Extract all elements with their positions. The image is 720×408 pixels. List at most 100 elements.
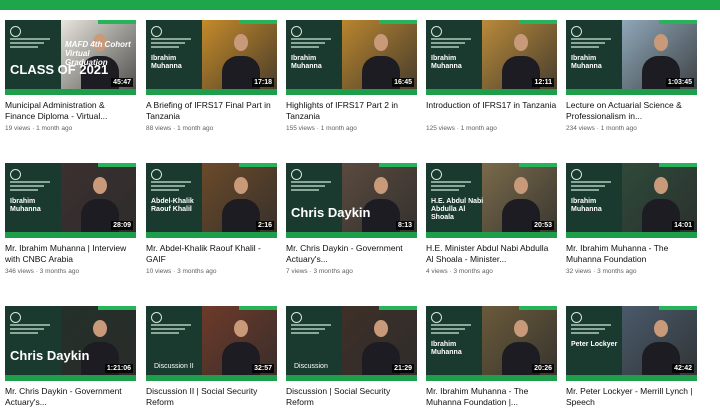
video-metadata: 4 views · 3 months ago <box>426 268 493 275</box>
video-title-link[interactable]: Mr. Ibrahim Muhanna | Interview with CNB… <box>5 243 136 265</box>
thumbnail-caption-line <box>571 332 599 334</box>
video-duration-badge: 45:47 <box>111 78 133 87</box>
video-title-link[interactable]: A Briefing of IFRS17 Final Part in Tanza… <box>146 100 277 122</box>
thumbnail-caption-line <box>571 328 605 330</box>
channel-logo-icon <box>151 312 162 323</box>
video-title-link[interactable]: Mr. Ibrahim Muhanna - The Muhanna Founda… <box>566 243 697 265</box>
thumbnail-accent-stripe <box>239 306 277 310</box>
video-title-link[interactable]: Discussion II | Social Security Reform <box>146 386 277 408</box>
video-metadata: 7 views · 3 months ago <box>286 268 353 275</box>
video-duration-badge: 2:16 <box>255 221 274 230</box>
video-card[interactable]: Peter Lockyer 42:42 Mr. Peter Lockyer - Me… <box>566 306 697 408</box>
thumbnail-caption-line <box>151 38 191 40</box>
thumbnail-caption-line <box>291 181 331 183</box>
video-thumbnail[interactable]: Discussion 21:29 <box>286 306 417 381</box>
thumbnail-caption-line <box>431 324 471 326</box>
video-card[interactable]: Ibrahim Muhanna 12:11 Introduction of IFRS… <box>426 20 557 132</box>
video-title-link[interactable]: H.E. Minister Abdul Nabi Abdulla Al Shoa… <box>426 243 557 265</box>
video-thumbnail[interactable]: Ibrahim Muhanna 16:45 <box>286 20 417 95</box>
video-title-link[interactable]: Mr. Abdel-Khalik Raouf Khalil - GAIF <box>146 243 277 265</box>
video-card[interactable]: H.E. Abdul Nabi Abdulla Al Shoala 20:53 H.… <box>426 163 557 275</box>
video-title-link[interactable]: Municipal Administration & Finance Diplo… <box>5 100 136 122</box>
thumbnail-caption-line <box>571 38 611 40</box>
video-card[interactable]: CLASS OF 2021 MAFD 4th Cohort Virtual Gra… <box>5 20 136 132</box>
video-thumbnail[interactable]: Abdel-Khalik Raouf Khalil 2:16 <box>146 163 277 238</box>
thumbnail-caption-line <box>291 42 325 44</box>
video-card[interactable]: Ibrahim Muhanna 20:26 Mr. Ibrahim Muhanna … <box>426 306 557 408</box>
thumbnail-green-bar <box>426 232 557 238</box>
thumbnail-green-bar <box>566 232 697 238</box>
video-duration-badge: 28:09 <box>111 221 133 230</box>
thumbnail-caption-line <box>151 189 179 191</box>
video-thumbnail[interactable]: Ibrahim Muhanna 1:03:45 <box>566 20 697 95</box>
thumbnail-speaker-name: H.E. Abdul Nabi Abdulla Al Shoala <box>431 198 484 221</box>
thumbnail-overlay-text: MAFD 4th Cohort Virtual Graduation <box>65 40 131 67</box>
video-thumbnail[interactable]: Chris Daykin 8:13 <box>286 163 417 238</box>
thumbnail-speaker-name: Abdel-Khalik Raouf Khalil <box>151 198 194 213</box>
video-thumbnail[interactable]: Ibrahim Muhanna 14:01 <box>566 163 697 238</box>
video-card[interactable]: Chris Daykin 8:13 Mr. Chris Daykin - Gover… <box>286 163 417 275</box>
video-thumbnail[interactable]: CLASS OF 2021 MAFD 4th Cohort Virtual Gra… <box>5 20 136 95</box>
video-thumbnail[interactable]: Ibrahim Muhanna 28:09 <box>5 163 136 238</box>
video-title-link[interactable]: Mr. Ibrahim Muhanna - The Muhanna Founda… <box>426 386 557 408</box>
thumbnail-caption-line <box>431 332 459 334</box>
video-card[interactable]: Ibrahim Muhanna 28:09 Mr. Ibrahim Muhanna … <box>5 163 136 275</box>
thumbnail-green-bar <box>146 89 277 95</box>
video-thumbnail[interactable]: H.E. Abdul Nabi Abdulla Al Shoala 20:53 <box>426 163 557 238</box>
thumbnail-caption-line <box>571 46 599 48</box>
thumbnail-speaker-name: Ibrahim Muhanna <box>571 55 602 70</box>
video-card[interactable]: Abdel-Khalik Raouf Khalil 2:16 Mr. Abdel-K… <box>146 163 277 275</box>
video-title-link[interactable]: Highlights of IFRS17 Part 2 in Tanzania <box>286 100 417 122</box>
video-thumbnail[interactable]: Peter Lockyer 42:42 <box>566 306 697 381</box>
thumbnail-caption-line <box>431 46 459 48</box>
thumbnail-caption-line <box>151 324 191 326</box>
video-thumbnail[interactable]: Ibrahim Muhanna 12:11 <box>426 20 557 95</box>
channel-logo-icon <box>10 26 21 37</box>
thumbnail-caption-line <box>151 328 185 330</box>
thumbnail-green-bar <box>146 375 277 381</box>
video-thumbnail[interactable]: Chris Daykin 1:21:06 <box>5 306 136 381</box>
video-card[interactable]: Ibrahim Muhanna 1:03:45 Lecture on Actuari… <box>566 20 697 132</box>
video-title-link[interactable]: Mr. Peter Lockyer - Merrill Lynch | Spee… <box>566 386 697 408</box>
thumbnail-caption-line <box>571 185 605 187</box>
video-metadata: 155 views · 1 month ago <box>286 125 357 132</box>
video-card[interactable]: Chris Daykin 1:21:06 Mr. Chris Daykin - Go… <box>5 306 136 408</box>
thumbnail-caption-line <box>291 46 319 48</box>
video-card[interactable]: Ibrahim Muhanna 17:18 A Briefing of IFRS17… <box>146 20 277 132</box>
video-duration-badge: 12:11 <box>532 78 554 87</box>
thumbnail-caption-line <box>10 181 50 183</box>
thumbnail-caption-line <box>10 46 38 48</box>
channel-logo-icon <box>151 26 162 37</box>
thumbnail-caption-line <box>431 328 465 330</box>
video-card[interactable]: Ibrahim Muhanna 14:01 Mr. Ibrahim Muhanna … <box>566 163 697 275</box>
video-title-link[interactable]: Mr. Chris Daykin - Government Actuary's.… <box>286 243 417 265</box>
thumbnail-large-text: Chris Daykin <box>10 348 90 363</box>
video-title-link[interactable]: Lecture on Actuarial Science & Professio… <box>566 100 697 122</box>
thumbnail-caption-line <box>10 324 50 326</box>
thumbnail-accent-stripe <box>659 163 697 167</box>
thumbnail-caption-line <box>10 38 50 40</box>
thumbnail-green-bar <box>426 375 557 381</box>
video-title-link[interactable]: Introduction of IFRS17 in Tanzania <box>426 100 557 122</box>
video-duration-badge: 8:13 <box>395 221 414 230</box>
video-duration-badge: 32:57 <box>252 364 274 373</box>
video-card[interactable]: Discussion II 32:57 Discussion II | Social… <box>146 306 277 408</box>
thumbnail-accent-stripe <box>98 163 136 167</box>
thumbnail-caption-line <box>431 38 471 40</box>
video-title-link[interactable]: Mr. Chris Daykin - Government Actuary's.… <box>5 386 136 408</box>
video-card[interactable]: Discussion 21:29 Discussion | Social Secur… <box>286 306 417 408</box>
video-title-link[interactable]: Discussion | Social Security Reform <box>286 386 417 408</box>
video-thumbnail[interactable]: Ibrahim Muhanna 20:26 <box>426 306 557 381</box>
thumbnail-caption-line <box>431 185 465 187</box>
thumbnail-overlay-text: Discussion <box>294 363 328 370</box>
video-thumbnail[interactable]: Ibrahim Muhanna 17:18 <box>146 20 277 95</box>
video-thumbnail[interactable]: Discussion II 32:57 <box>146 306 277 381</box>
thumbnail-accent-stripe <box>659 306 697 310</box>
thumbnail-large-text: Chris Daykin <box>291 205 371 220</box>
thumbnail-caption-line <box>571 189 599 191</box>
video-card[interactable]: Ibrahim Muhanna 16:45 Highlights of IFRS17… <box>286 20 417 132</box>
thumbnail-caption-line <box>151 332 179 334</box>
channel-logo-icon <box>571 26 582 37</box>
channel-logo-icon <box>151 169 162 180</box>
thumbnail-accent-stripe <box>519 20 557 24</box>
